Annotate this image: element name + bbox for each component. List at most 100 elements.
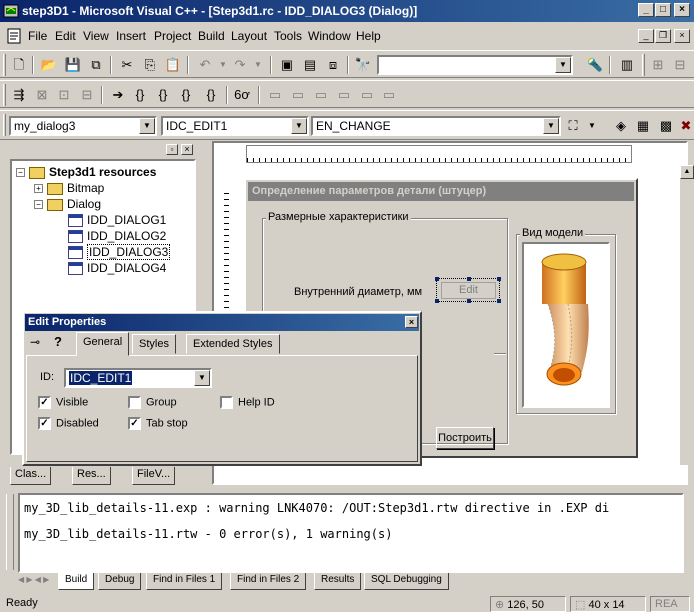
build-icon[interactable]: ⊠ [32,85,52,105]
collapse-icon[interactable]: − [16,168,25,178]
new-text-file-icon[interactable]: 🗋 [9,55,29,75]
menu-help[interactable]: Help [356,29,381,43]
grid-icon[interactable]: ▦ [633,116,653,136]
tab-find-in-files-1[interactable]: Find in Files 1 [146,573,223,590]
tab-styles[interactable]: Styles [132,334,176,354]
group-checkbox[interactable]: Group [128,396,177,409]
pushpin-icon[interactable]: ⊸ [30,335,40,349]
checkbox-group-box[interactable] [128,396,141,409]
close-toolbar-icon[interactable]: ✖ [676,116,694,136]
quickwatch-icon[interactable]: 6ơ [232,85,252,105]
layout-icon[interactable]: ⊟ [670,55,690,75]
mdi-restore-button[interactable]: ❐ [655,29,671,43]
memory-icon[interactable]: ▭ [334,85,354,105]
cut-icon[interactable]: ✂ [117,55,137,75]
id-combo[interactable]: IDC_EDIT1 ▼ [64,368,212,388]
checkbox-tabstop-box[interactable]: ✓ [128,417,141,430]
compile-icon[interactable]: ⇶ [9,85,29,105]
tree-node-dialog[interactable]: − Dialog [34,197,101,213]
stop-build-icon[interactable]: ⊡ [54,85,74,105]
dialog-test-icon[interactable]: ◈ [611,116,631,136]
menu-file[interactable]: File [28,29,47,43]
save-all-icon[interactable]: ⧉ [86,55,106,75]
wizard-action-dropdown-icon[interactable]: ▼ [582,116,602,136]
visible-checkbox[interactable]: ✓ Visible [38,396,88,409]
find-in-files-icon[interactable]: 🔭 [353,55,373,75]
toolbar-grip[interactable] [3,114,6,136]
open-icon[interactable]: 📂 [39,55,59,75]
properties-close-button[interactable]: × [405,316,418,328]
menu-insert[interactable]: Insert [116,29,146,43]
output-icon[interactable]: ▤ [300,55,320,75]
tab-sql-debugging[interactable]: SQL Debugging [364,573,449,590]
call-stack-icon[interactable]: ▭ [357,85,377,105]
disabled-checkbox[interactable]: ✓ Disabled [38,417,99,430]
tree-node-root[interactable]: − Step3d1 resources [16,165,156,181]
find-icon[interactable]: 🔦 [585,55,605,75]
mdi-minimize-button[interactable]: _ [638,29,654,43]
menu-layout[interactable]: Layout [231,29,267,43]
toolbar-grip[interactable] [642,54,645,76]
step-over-icon[interactable]: {} [153,85,173,105]
resize-handle[interactable] [497,299,501,303]
message-combo[interactable]: EN_CHANGE ▼ [311,116,561,136]
edit-properties-dialog[interactable]: Edit Properties × ⊸ ? General Styles Ext… [22,311,422,466]
execute-icon[interactable]: ⊟ [77,85,97,105]
find-combo[interactable]: ▼ [377,55,573,75]
tab-stop-checkbox[interactable]: ✓ Tab stop [128,417,188,430]
workspace-toggle-icon[interactable]: ▥ [617,55,637,75]
help-id-checkbox[interactable]: Help ID [220,396,275,409]
resize-handle[interactable] [467,299,471,303]
build-button-preview[interactable]: Построить [436,427,494,449]
step-into-icon[interactable]: {} [130,85,150,105]
resize-handle[interactable] [435,299,439,303]
paste-icon[interactable]: 📋 [163,55,183,75]
chevron-down-icon[interactable]: ▼ [139,118,155,134]
menu-build[interactable]: Build [198,29,225,43]
menu-edit[interactable]: Edit [55,29,76,43]
watch-icon[interactable]: ▭ [265,85,285,105]
tree-node-bitmap[interactable]: + Bitmap [34,181,104,197]
mdi-close-button[interactable]: × [674,29,690,43]
wizard-action-icon[interactable]: ⛶ [563,116,583,136]
chevron-down-icon[interactable]: ▼ [194,370,210,386]
workspace-close-button[interactable]: × [181,144,193,155]
copy-icon[interactable]: ⎘ [140,55,160,75]
redo-icon[interactable]: ↷ [230,55,250,75]
chevron-down-icon[interactable]: ▼ [555,57,571,73]
output-text[interactable]: my_3D_lib_details-11.exp : warning LNK40… [18,493,684,573]
toolbar-grip[interactable] [3,84,6,106]
horizontal-ruler[interactable] [246,145,632,163]
workspace-restore-button[interactable]: ▫ [166,144,178,155]
toolbar-grip[interactable] [3,54,6,76]
align-icon[interactable]: ⊞ [648,55,668,75]
save-icon[interactable]: 💾 [63,55,83,75]
menu-view[interactable]: View [83,29,109,43]
go-icon[interactable]: ➔ [108,85,128,105]
resize-handle[interactable] [497,277,501,281]
tree-item-dialog3[interactable]: IDD_DIALOG3 [68,244,171,261]
tab-extended-styles[interactable]: Extended Styles [186,334,280,354]
control-id-combo[interactable]: IDC_EDIT1 ▼ [161,116,309,136]
output-grip[interactable] [6,494,14,570]
run-to-cursor-icon[interactable]: {} [201,85,221,105]
tab-find-in-files-2[interactable]: Find in Files 2 [230,573,307,590]
tab-classview[interactable]: Clas... [10,467,52,485]
tab-resourceview[interactable]: Res... [72,467,111,485]
resize-handle[interactable] [467,277,471,281]
scroll-up-arrow-icon[interactable]: ▲ [680,165,694,179]
tab-results[interactable]: Results [314,573,362,590]
redo-dropdown-icon[interactable]: ▼ [248,55,268,75]
expand-icon[interactable]: + [34,184,43,194]
variables-icon[interactable]: ▭ [288,85,308,105]
checkbox-disabled-box[interactable]: ✓ [38,417,51,430]
checkbox-visible-box[interactable]: ✓ [38,396,51,409]
edit-selection-frame[interactable]: Edit [435,277,501,303]
visual-cpp-app-icon[interactable] [3,3,19,19]
menu-tools[interactable]: Tools [274,29,302,43]
properties-title-bar[interactable]: Edit Properties × [25,314,419,331]
menu-project[interactable]: Project [154,29,191,43]
tab-debug[interactable]: Debug [98,573,142,590]
workspace-icon[interactable]: ▣ [277,55,297,75]
edit-control-preview[interactable]: Edit [441,282,496,299]
